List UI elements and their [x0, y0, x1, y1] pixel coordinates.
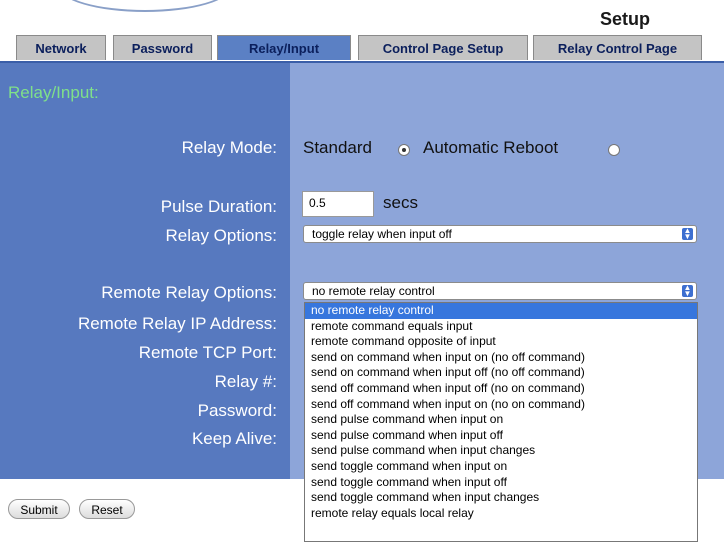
- reset-button[interactable]: Reset: [79, 499, 135, 519]
- dropdown-option[interactable]: send pulse command when input on: [305, 412, 697, 428]
- pulse-duration-input[interactable]: 0.5: [302, 191, 374, 217]
- pulse-duration-label: Pulse Duration:: [160, 197, 277, 216]
- dropdown-option[interactable]: send toggle command when input on: [305, 459, 697, 475]
- remote-relay-options-dropdown: no remote relay control remote command e…: [304, 302, 698, 542]
- dropdown-option[interactable]: remote command equals input: [305, 319, 697, 335]
- dropdown-option[interactable]: send toggle command when input off: [305, 475, 697, 491]
- tab-control-page-setup[interactable]: Control Page Setup: [358, 35, 528, 60]
- relay-options-select[interactable]: toggle relay when input off ▲ ▼: [303, 225, 697, 243]
- section-title: Relay/Input:: [8, 83, 99, 102]
- remote-relay-options-select[interactable]: no remote relay control ▲ ▼: [303, 282, 697, 300]
- tab-password[interactable]: Password: [113, 35, 212, 60]
- relay-options-label: Relay Options:: [165, 226, 278, 245]
- relay-options-value: toggle relay when input off: [312, 227, 452, 241]
- standard-radio[interactable]: [398, 144, 410, 156]
- tab-network[interactable]: Network: [16, 35, 106, 60]
- page-title: Setup: [600, 9, 651, 29]
- standard-radio-label: Standard: [303, 138, 372, 157]
- pulse-duration-unit: secs: [383, 193, 418, 212]
- dropdown-option[interactable]: remote relay equals local relay: [305, 506, 697, 522]
- password-label: Password:: [197, 401, 277, 420]
- dropdown-option[interactable]: send pulse command when input off: [305, 428, 697, 444]
- remote-relay-options-value: no remote relay control: [312, 284, 435, 298]
- relay-mode-label: Relay Mode:: [181, 138, 277, 157]
- remote-relay-options-label: Remote Relay Options:: [101, 283, 277, 302]
- tab-relay-input[interactable]: Relay/Input: [217, 35, 351, 60]
- remote-relay-ip-label: Remote Relay IP Address:: [77, 314, 277, 333]
- select-arrows-icon: ▲ ▼: [682, 226, 693, 241]
- logo-graphic: [58, 0, 232, 12]
- dropdown-option[interactable]: send off command when input off (no on c…: [305, 381, 697, 397]
- relay-number-label: Relay #:: [214, 372, 277, 391]
- submit-button[interactable]: Submit: [8, 499, 70, 519]
- automatic-reboot-radio[interactable]: [608, 144, 620, 156]
- tab-relay-control-page[interactable]: Relay Control Page: [533, 35, 702, 60]
- dropdown-option[interactable]: remote command opposite of input: [305, 334, 697, 350]
- dropdown-option[interactable]: send toggle command when input changes: [305, 490, 697, 506]
- keep-alive-label: Keep Alive:: [191, 429, 277, 448]
- dropdown-option[interactable]: send pulse command when input changes: [305, 443, 697, 459]
- remote-tcp-port-label: Remote TCP Port:: [138, 343, 277, 362]
- automatic-reboot-radio-label: Automatic Reboot: [423, 138, 559, 157]
- select-arrows-icon: ▲ ▼: [682, 283, 693, 298]
- dropdown-option[interactable]: send on command when input on (no off co…: [305, 350, 697, 366]
- dropdown-option[interactable]: no remote relay control: [305, 303, 697, 319]
- dropdown-option[interactable]: send off command when input on (no on co…: [305, 397, 697, 413]
- dropdown-option[interactable]: send on command when input off (no off c…: [305, 365, 697, 381]
